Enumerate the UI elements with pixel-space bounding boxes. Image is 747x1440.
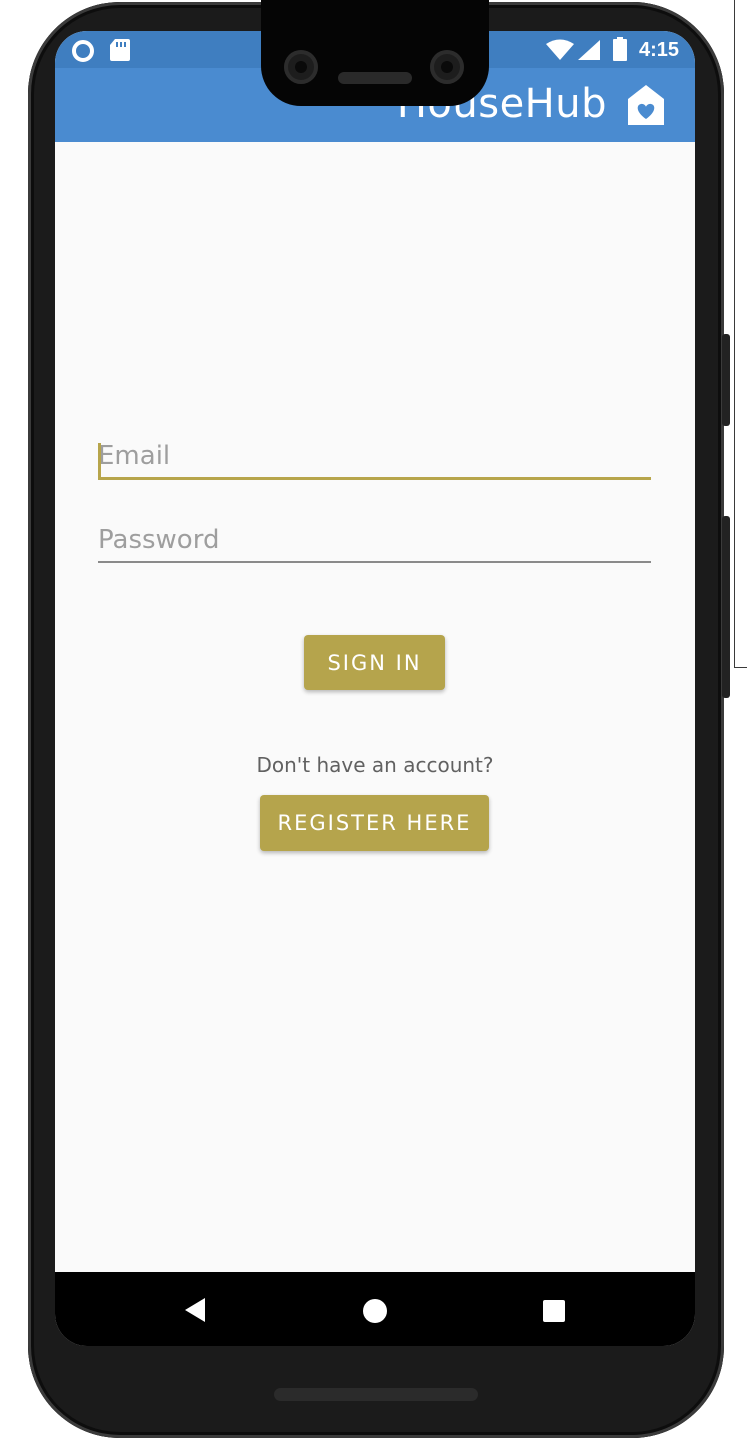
password-field-container [98, 525, 651, 563]
earpiece-speaker [338, 72, 412, 84]
navigation-bar [55, 1272, 695, 1346]
sync-circle-icon [72, 40, 94, 62]
sign-in-label: SIGN IN [327, 650, 422, 675]
power-button [722, 516, 730, 698]
device-screen: HouseHub 4:15 SIGN IN Don't have an acco… [55, 31, 695, 1346]
sign-in-button[interactable]: SIGN IN [304, 635, 445, 690]
window-edge [734, 0, 735, 668]
front-camera-icon [284, 50, 318, 84]
password-input[interactable] [98, 525, 651, 563]
email-field-container [98, 441, 651, 480]
email-input[interactable] [98, 441, 651, 480]
home-icon[interactable] [362, 1298, 388, 1324]
bottom-speaker [274, 1388, 478, 1401]
text-cursor [98, 443, 101, 477]
back-icon[interactable] [183, 1297, 207, 1323]
cell-signal-icon [578, 40, 600, 60]
front-camera-icon [430, 50, 464, 84]
battery-icon [613, 37, 627, 61]
register-button[interactable]: REGISTER HERE [260, 795, 489, 851]
register-label: REGISTER HERE [277, 811, 472, 835]
wifi-icon [546, 39, 574, 60]
register-prompt: Don't have an account? [256, 753, 494, 777]
sd-card-icon [110, 39, 130, 61]
house-heart-icon [628, 85, 664, 125]
window-edge-corner [734, 667, 747, 668]
recents-icon[interactable] [542, 1299, 566, 1323]
status-time: 4:15 [639, 39, 680, 61]
volume-button [722, 334, 730, 426]
